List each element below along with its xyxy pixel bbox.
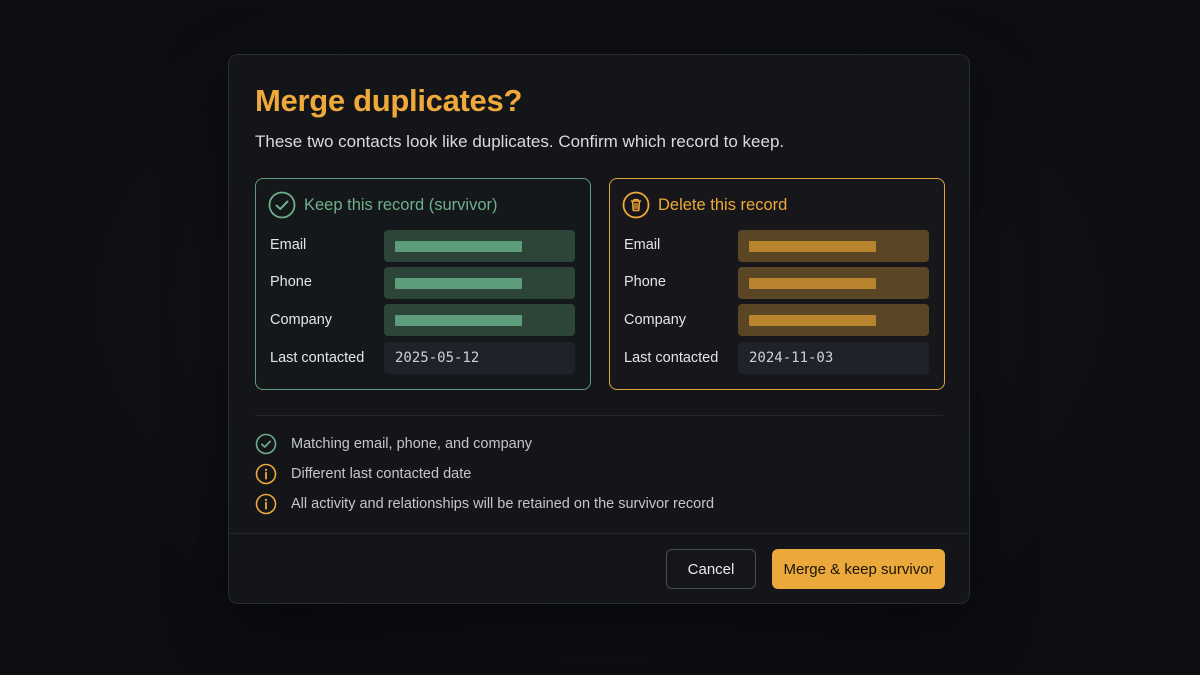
- divider: [255, 415, 943, 416]
- company-value-redacted: [384, 304, 575, 336]
- survivor-card-header: Keep this record (survivor): [268, 190, 497, 220]
- info-icon: [255, 463, 277, 485]
- dialog-title: Merge duplicates?: [255, 83, 523, 118]
- merge-duplicates-dialog: Merge duplicates? These two contacts loo…: [228, 54, 970, 604]
- survivor-card-heading: Keep this record (survivor): [304, 195, 498, 214]
- redaction-bar: [395, 315, 522, 326]
- info-icon: [255, 493, 277, 515]
- redaction-bar: [749, 241, 876, 252]
- redaction-bar: [395, 278, 522, 289]
- delete-card-header: Delete this record: [622, 190, 787, 220]
- last-contacted-value: 2025-05-12: [384, 342, 575, 374]
- survivor-record-card[interactable]: Keep this record (survivor) Email Phone …: [255, 178, 591, 390]
- dialog-subtitle: These two contacts look like duplicates.…: [255, 132, 785, 151]
- last-contacted-label: Last contacted: [270, 350, 365, 366]
- company-value-redacted: [738, 304, 929, 336]
- email-value-redacted: [384, 230, 575, 262]
- phone-value-redacted: [738, 267, 929, 299]
- delete-card-heading: Delete this record: [658, 195, 788, 214]
- note-text: Different last contacted date: [291, 466, 472, 482]
- cancel-button[interactable]: Cancel: [666, 549, 756, 589]
- last-contacted-label: Last contacted: [624, 350, 719, 366]
- phone-value-redacted: [384, 267, 575, 299]
- redaction-bar: [749, 315, 876, 326]
- company-label: Company: [624, 312, 687, 328]
- redaction-bar: [395, 241, 522, 252]
- note-activity-retained: All activity and relationships will be r…: [255, 493, 714, 515]
- company-label: Company: [270, 312, 333, 328]
- last-contacted-value: 2024-11-03: [738, 342, 929, 374]
- redaction-bar: [749, 278, 876, 289]
- note-matching-fields: Matching email, phone, and company: [255, 433, 532, 455]
- phone-label: Phone: [270, 274, 312, 290]
- note-text: Matching email, phone, and company: [291, 436, 533, 452]
- email-label: Email: [270, 237, 307, 253]
- email-value-redacted: [738, 230, 929, 262]
- note-text: All activity and relationships will be r…: [291, 496, 715, 512]
- note-different-date: Different last contacted date: [255, 463, 471, 485]
- email-label: Email: [624, 237, 661, 253]
- phone-label: Phone: [624, 274, 666, 290]
- merge-keep-survivor-button[interactable]: Merge & keep survivor: [772, 549, 945, 589]
- check-circle-icon: [255, 433, 277, 455]
- trash-icon: [622, 191, 650, 219]
- check-circle-icon: [268, 191, 296, 219]
- footer-divider: [229, 533, 969, 534]
- delete-record-card[interactable]: Delete this record Email Phone Company L…: [609, 178, 945, 390]
